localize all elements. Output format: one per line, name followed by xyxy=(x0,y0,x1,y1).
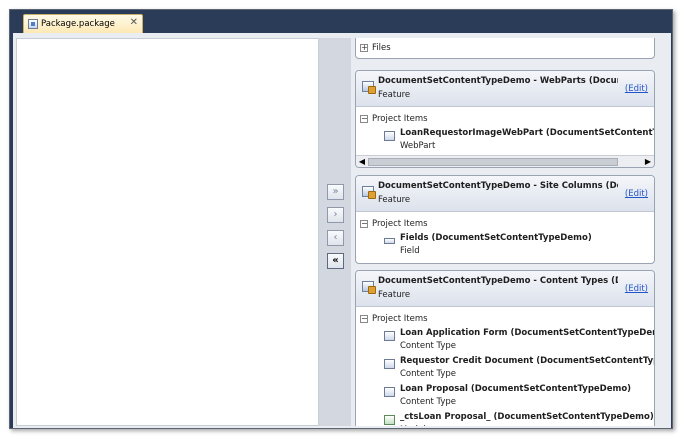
feature-card-webparts: DocumentSetContentTypeDemo - WebParts (D… xyxy=(355,70,655,168)
feature-header: DocumentSetContentTypeDemo - Content Typ… xyxy=(356,271,654,307)
item-name: Loan Proposal (DocumentSetContentTypeDem… xyxy=(400,384,632,394)
edit-link[interactable]: (Edit) xyxy=(625,189,648,199)
remove-button[interactable]: ‹ xyxy=(327,230,344,246)
feature-card-site-columns: DocumentSetContentTypeDemo - Site Column… xyxy=(355,175,655,264)
content-type-icon xyxy=(384,387,395,397)
item-type: Content Type xyxy=(400,341,457,351)
field-icon xyxy=(384,238,395,244)
feature-card-content-types: DocumentSetContentTypeDemo - Content Typ… xyxy=(355,270,655,426)
feature-title: DocumentSetContentTypeDemo - Site Column… xyxy=(378,181,618,191)
list-item[interactable]: _ctsLoan Proposal_ (DocumentSetContentTy… xyxy=(356,411,654,426)
project-items-section: − Project Items xyxy=(356,218,654,232)
collapse-icon[interactable]: − xyxy=(360,220,368,228)
expand-icon[interactable]: + xyxy=(360,44,368,52)
item-type: Content Type xyxy=(400,397,457,407)
item-type: Module xyxy=(400,425,431,426)
content-type-icon xyxy=(384,331,395,341)
files-label: Files xyxy=(372,43,391,53)
feature-icon xyxy=(362,281,376,294)
edit-link[interactable]: (Edit) xyxy=(625,84,648,94)
feature-type: Feature xyxy=(378,90,411,100)
package-designer: » › ‹ « + Files DocumentSetContentTypeDe… xyxy=(13,33,671,428)
package-items-pane: + Files DocumentSetContentTypeDemo - Web… xyxy=(355,38,671,426)
scroll-left-icon[interactable]: ◀ xyxy=(357,157,367,167)
item-name: Loan Application Form (DocumentSetConten… xyxy=(400,328,655,338)
feature-type: Feature xyxy=(378,195,411,205)
project-items-section: − Project Items xyxy=(356,113,654,127)
item-name: LoanRequestorImageWebPart (DocumentSetCo… xyxy=(400,128,654,138)
add-all-button[interactable]: » xyxy=(327,184,344,200)
section-label: Project Items xyxy=(372,114,428,124)
section-label: Project Items xyxy=(372,314,428,324)
module-icon xyxy=(384,415,395,425)
list-item[interactable]: Fields (DocumentSetContentTypeDemo) Fiel… xyxy=(356,232,654,260)
webpart-icon xyxy=(384,131,395,141)
list-item[interactable]: LoanRequestorImageWebPart (DocumentSetCo… xyxy=(356,127,654,155)
list-item[interactable]: Requestor Credit Document (DocumentSetCo… xyxy=(356,355,654,383)
feature-title: DocumentSetContentTypeDemo - WebParts (D… xyxy=(378,76,618,86)
content-type-icon xyxy=(384,359,395,369)
section-label: Project Items xyxy=(372,219,428,229)
item-type: WebPart xyxy=(400,141,436,151)
feature-title: DocumentSetContentTypeDemo - Content Typ… xyxy=(378,276,618,286)
collapse-icon[interactable]: − xyxy=(360,115,368,123)
package-card: + Files xyxy=(355,38,655,59)
package-icon xyxy=(28,19,38,29)
horizontal-scrollbar[interactable]: ◀ ▶ xyxy=(356,155,654,167)
item-type: Field xyxy=(400,246,420,256)
item-name: _ctsLoan Proposal_ (DocumentSetContentTy… xyxy=(400,412,654,422)
transfer-buttons: » › ‹ « xyxy=(319,38,351,426)
list-item[interactable]: Loan Application Form (DocumentSetConten… xyxy=(356,327,654,355)
edit-link[interactable]: (Edit) xyxy=(625,284,648,294)
project-items-section: − Project Items xyxy=(356,313,654,327)
feature-icon xyxy=(362,186,376,199)
files-section: + Files xyxy=(356,42,654,56)
item-name: Requestor Credit Document (DocumentSetCo… xyxy=(400,356,654,366)
collapse-icon[interactable]: − xyxy=(360,315,368,323)
tab-label: Package.package xyxy=(41,19,115,29)
feature-header: DocumentSetContentTypeDemo - WebParts (D… xyxy=(356,71,654,107)
add-button[interactable]: › xyxy=(327,207,344,223)
item-name: Fields (DocumentSetContentTypeDemo) xyxy=(400,233,592,243)
available-items-pane[interactable] xyxy=(16,38,319,426)
designer-window: Package.package ✕ » › ‹ « + Files Docume… xyxy=(9,9,673,429)
feature-type: Feature xyxy=(378,290,411,300)
scroll-right-icon[interactable]: ▶ xyxy=(643,157,653,167)
item-type: Content Type xyxy=(400,369,457,379)
scroll-thumb[interactable] xyxy=(368,158,618,166)
list-item[interactable]: Loan Proposal (DocumentSetContentTypeDem… xyxy=(356,383,654,411)
remove-all-button[interactable]: « xyxy=(327,253,344,269)
close-icon[interactable]: ✕ xyxy=(130,17,138,28)
feature-icon xyxy=(362,81,376,94)
document-tab[interactable]: Package.package ✕ xyxy=(23,14,143,33)
feature-header: DocumentSetContentTypeDemo - Site Column… xyxy=(356,176,654,212)
